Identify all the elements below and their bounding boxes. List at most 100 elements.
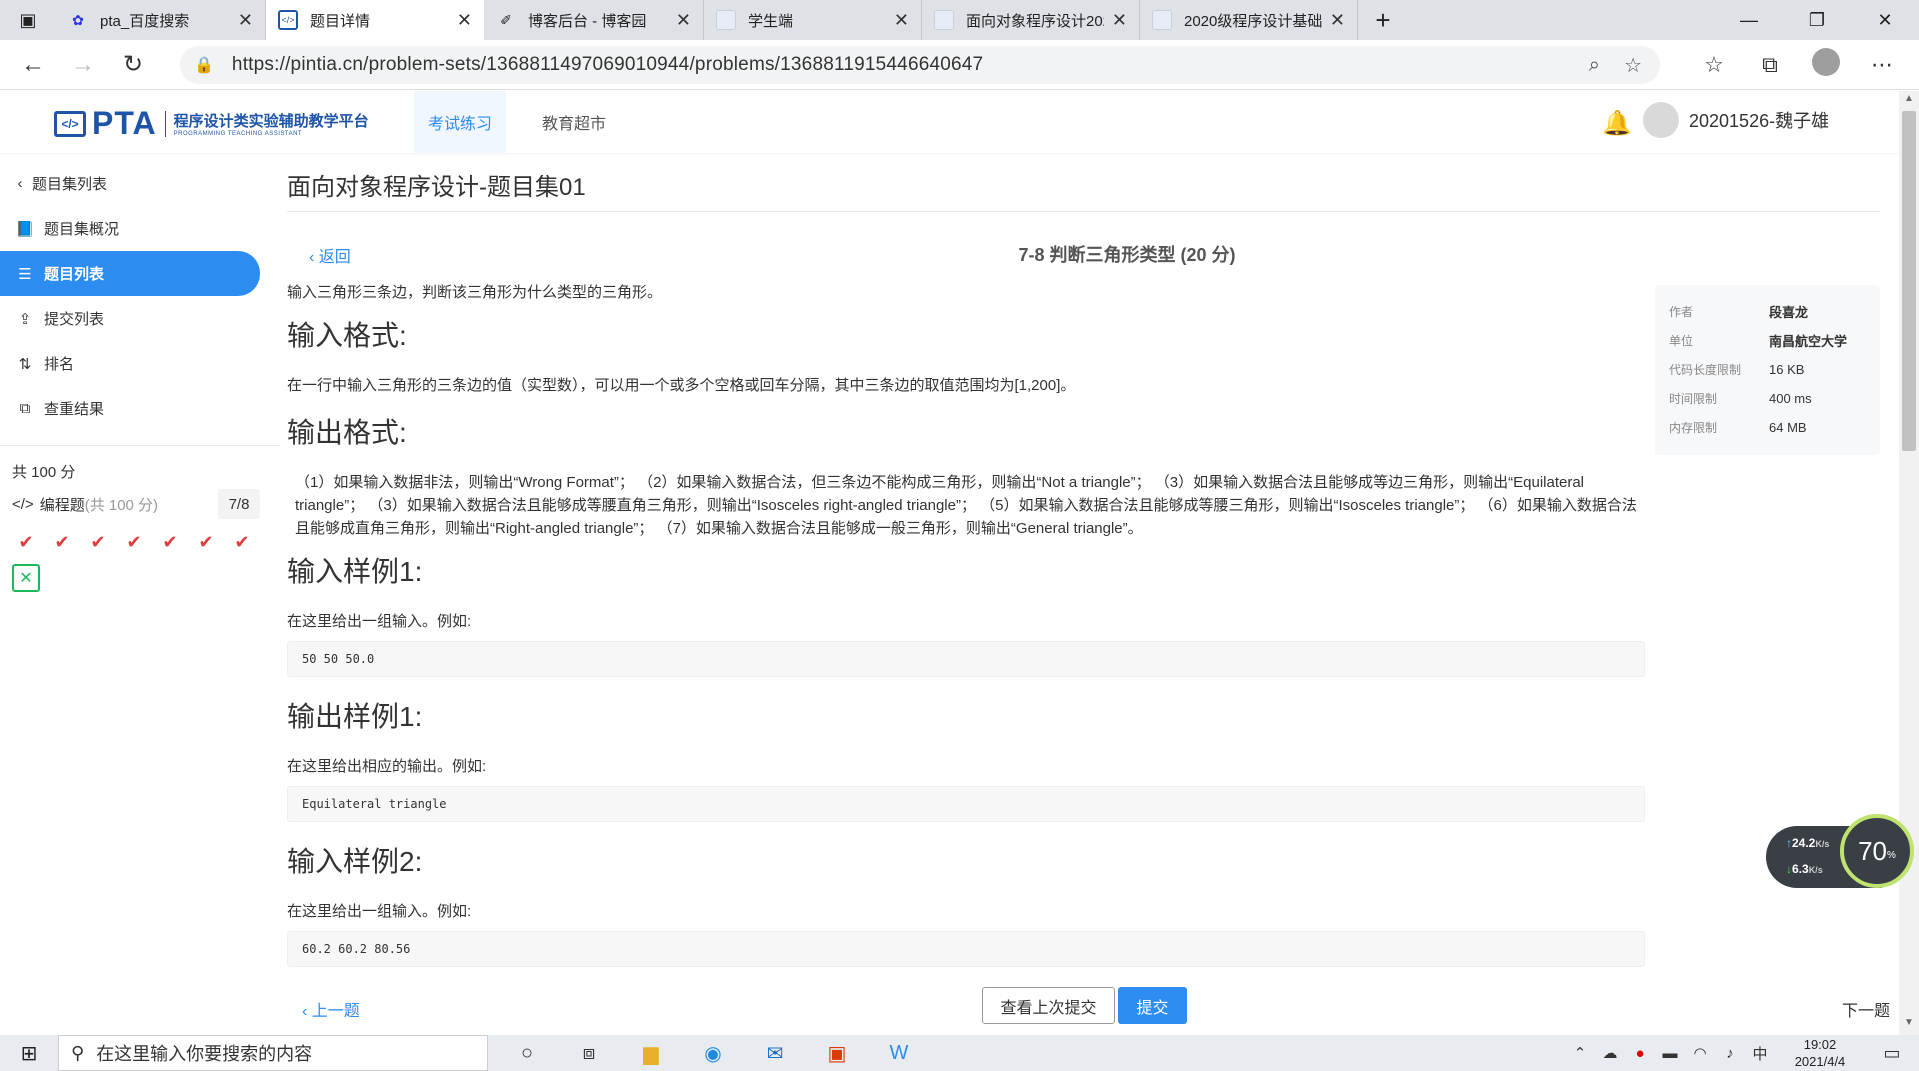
close-icon[interactable]: ✕ xyxy=(1112,10,1127,31)
browser-tab-oop[interactable]: 面向对象程序设计2021-作业 ✕ xyxy=(922,0,1140,40)
problem-status-pass-icon[interactable]: ✔ xyxy=(84,528,112,556)
bottom-action-bar: ‹ 上一题 查看上次提交 提交 下一题 xyxy=(262,980,1899,1035)
sidebar-item-label: 排名 xyxy=(44,356,75,373)
profile-avatar[interactable] xyxy=(1809,48,1843,82)
zoom-icon[interactable]: ⌕ xyxy=(1589,54,1600,77)
windows-start-icon[interactable]: ⊞ xyxy=(0,1035,58,1071)
browser-tab-course[interactable]: 2020级程序设计基础课程设 ✕ xyxy=(1140,0,1358,40)
sample-input2-code: 60.2 60.2 80.56 xyxy=(287,931,1645,967)
more-menu-icon[interactable]: ⋯ xyxy=(1865,52,1899,78)
pta-icon: </> xyxy=(278,10,298,30)
sidebar-item-label: 题目集列表 xyxy=(32,176,108,193)
tab-title: 题目详情 xyxy=(310,12,371,30)
sidebar-item-ranking[interactable]: ⇅ 排名 xyxy=(0,341,262,386)
close-icon[interactable]: ✕ xyxy=(457,10,472,31)
back-link[interactable]: ‹ 返回 xyxy=(309,243,351,267)
maximize-icon[interactable]: ❐ xyxy=(1783,0,1851,40)
window-controls: — ❐ ✕ xyxy=(1715,0,1919,40)
tab-title: 学生端 xyxy=(748,12,794,30)
blank-page-icon xyxy=(934,10,954,30)
problem-title: 7-8 判断三角形类型 (20 分) xyxy=(1018,245,1236,265)
prev-problem-link[interactable]: ‹ 上一题 xyxy=(302,997,360,1021)
tab-actions-icon[interactable]: ▣ xyxy=(0,0,56,40)
problem-status-fail-icon[interactable]: ✕ xyxy=(12,564,40,592)
clock[interactable]: 19:02 2021/4/4 xyxy=(1775,1036,1865,1070)
user-menu[interactable]: 20201526-魏子雄 xyxy=(1643,102,1829,138)
onedrive-cloud-icon[interactable]: ☁ xyxy=(1595,1044,1625,1062)
pta-logo[interactable]: </> PTA 程序设计类实验辅助教学平台 PROGRAMMING TEACHI… xyxy=(54,105,369,142)
favorite-star-icon[interactable]: ☆ xyxy=(1624,53,1642,78)
notification-icon[interactable]: ▭ xyxy=(1865,1043,1919,1064)
nav-edu-market[interactable]: 教育超市 xyxy=(528,91,620,153)
sidebar-item-overview[interactable]: 📘 题目集概况 xyxy=(0,206,262,251)
close-icon[interactable]: ✕ xyxy=(894,10,909,31)
collections-icon[interactable]: ⧉ xyxy=(1753,52,1787,78)
taskbar-search[interactable]: ⚲ 在这里输入你要搜索的内容 xyxy=(58,1035,488,1071)
file-explorer-icon[interactable]: ▆ xyxy=(620,1035,682,1071)
submit-button[interactable]: 提交 xyxy=(1118,987,1187,1024)
browser-tab-cnblogs[interactable]: ✐ 博客后台 - 博客园 ✕ xyxy=(484,0,704,40)
sidebar-item-problem-list[interactable]: ☰ 题目列表 xyxy=(0,251,260,296)
bell-icon[interactable]: 🔔 xyxy=(1602,109,1632,138)
antivirus-icon[interactable]: ● xyxy=(1625,1045,1655,1062)
battery-icon[interactable]: ▬ xyxy=(1655,1045,1685,1062)
browser-tab-problem[interactable]: </> 题目详情 ✕ xyxy=(266,0,484,40)
address-bar[interactable]: 🔒 https://pintia.cn/problem-sets/1368811… xyxy=(180,46,1660,84)
back-arrow-icon[interactable]: ← xyxy=(8,40,58,90)
nav-exam-practice[interactable]: 考试练习 xyxy=(414,91,507,153)
mail-icon[interactable]: ✉ xyxy=(744,1035,806,1071)
category-programming[interactable]: </> 编程题 (共 100 分) 7/8 xyxy=(0,486,262,522)
office-icon[interactable]: ▣ xyxy=(806,1035,868,1071)
next-problem-link[interactable]: 下一题 xyxy=(1842,997,1890,1021)
problem-status-pass-icon[interactable]: ✔ xyxy=(192,528,220,556)
sidebar-item-label: 题目列表 xyxy=(44,266,105,283)
browser-tab-strip: ▣ ✿ pta_百度搜索 ✕ </> 题目详情 ✕ ✐ 博客后台 - 博客园 ✕… xyxy=(0,0,1919,40)
cnblogs-icon: ✐ xyxy=(500,11,512,28)
ime-indicator[interactable]: 中 xyxy=(1745,1043,1775,1064)
wifi-icon[interactable]: ◠ xyxy=(1685,1044,1715,1062)
refresh-icon[interactable]: ↻ xyxy=(108,40,158,90)
browser-tab-student[interactable]: 学生端 ✕ xyxy=(704,0,922,40)
close-icon[interactable]: ✕ xyxy=(676,10,691,31)
logo-english: PROGRAMMING TEACHING ASSISTANT xyxy=(173,131,303,137)
sample-output1-heading: 输出样例1: xyxy=(287,701,423,732)
problem-status-pass-icon[interactable]: ✔ xyxy=(156,528,184,556)
problem-status-pass-icon[interactable]: ✔ xyxy=(120,528,148,556)
volume-icon[interactable]: ♪ xyxy=(1715,1045,1745,1062)
close-icon[interactable]: ✕ xyxy=(1330,10,1345,31)
sidebar-item-submissions[interactable]: ⇪ 提交列表 xyxy=(0,296,262,341)
new-tab-button[interactable]: + xyxy=(1358,0,1408,40)
problem-status-pass-icon[interactable]: ✔ xyxy=(228,528,256,556)
edge-browser-icon[interactable]: ◉ xyxy=(682,1035,744,1071)
url-text[interactable]: https://pintia.cn/problem-sets/136881149… xyxy=(232,54,983,76)
sidebar-item-plagiarism[interactable]: ⧉ 查重结果 xyxy=(0,386,262,431)
problem-status-pass-icon[interactable]: ✔ xyxy=(12,528,40,556)
close-icon[interactable]: ✕ xyxy=(238,10,253,31)
book-icon: 📘 xyxy=(15,220,35,238)
cortana-icon[interactable]: ○ xyxy=(496,1035,558,1071)
tab-title: 面向对象程序设计2021-作业 xyxy=(966,12,1104,30)
sample-output1-hint: 在这里给出相应的输出。例如: xyxy=(287,758,487,775)
forward-arrow-icon[interactable]: → xyxy=(58,40,108,90)
favorites-icon[interactable]: ☆ xyxy=(1697,52,1731,78)
sidebar-item-set-list[interactable]: ‹ 题目集列表 xyxy=(0,161,262,206)
close-window-icon[interactable]: ✕ xyxy=(1851,0,1919,40)
problem-status-pass-icon[interactable]: ✔ xyxy=(48,528,76,556)
memory-gauge[interactable]: 70% xyxy=(1840,814,1914,888)
minimize-icon[interactable]: — xyxy=(1715,0,1783,40)
browser-tab-baidu[interactable]: ✿ pta_百度搜索 ✕ xyxy=(56,0,266,40)
page-scrollbar[interactable]: ▲ ▼ xyxy=(1899,91,1919,1035)
wps-icon[interactable]: W xyxy=(868,1035,930,1071)
scrollbar-thumb[interactable] xyxy=(1902,111,1916,451)
tab-title: 2020级程序设计基础课程设 xyxy=(1184,12,1322,30)
scroll-up-icon[interactable]: ▲ xyxy=(1899,93,1919,109)
sample-output1-code: Equilateral triangle xyxy=(287,786,1645,822)
chevron-left-icon: ‹ xyxy=(309,249,319,266)
chevron-up-icon[interactable]: ⌃ xyxy=(1565,1044,1595,1062)
sidebar-item-label: 提交列表 xyxy=(44,311,105,328)
progress-count: 7/8 xyxy=(218,489,260,519)
task-view-icon[interactable]: ⧈ xyxy=(558,1035,620,1071)
lock-icon: 🔒 xyxy=(194,57,214,74)
scroll-down-icon[interactable]: ▼ xyxy=(1899,1017,1919,1033)
view-last-submission-button[interactable]: 查看上次提交 xyxy=(982,987,1115,1024)
